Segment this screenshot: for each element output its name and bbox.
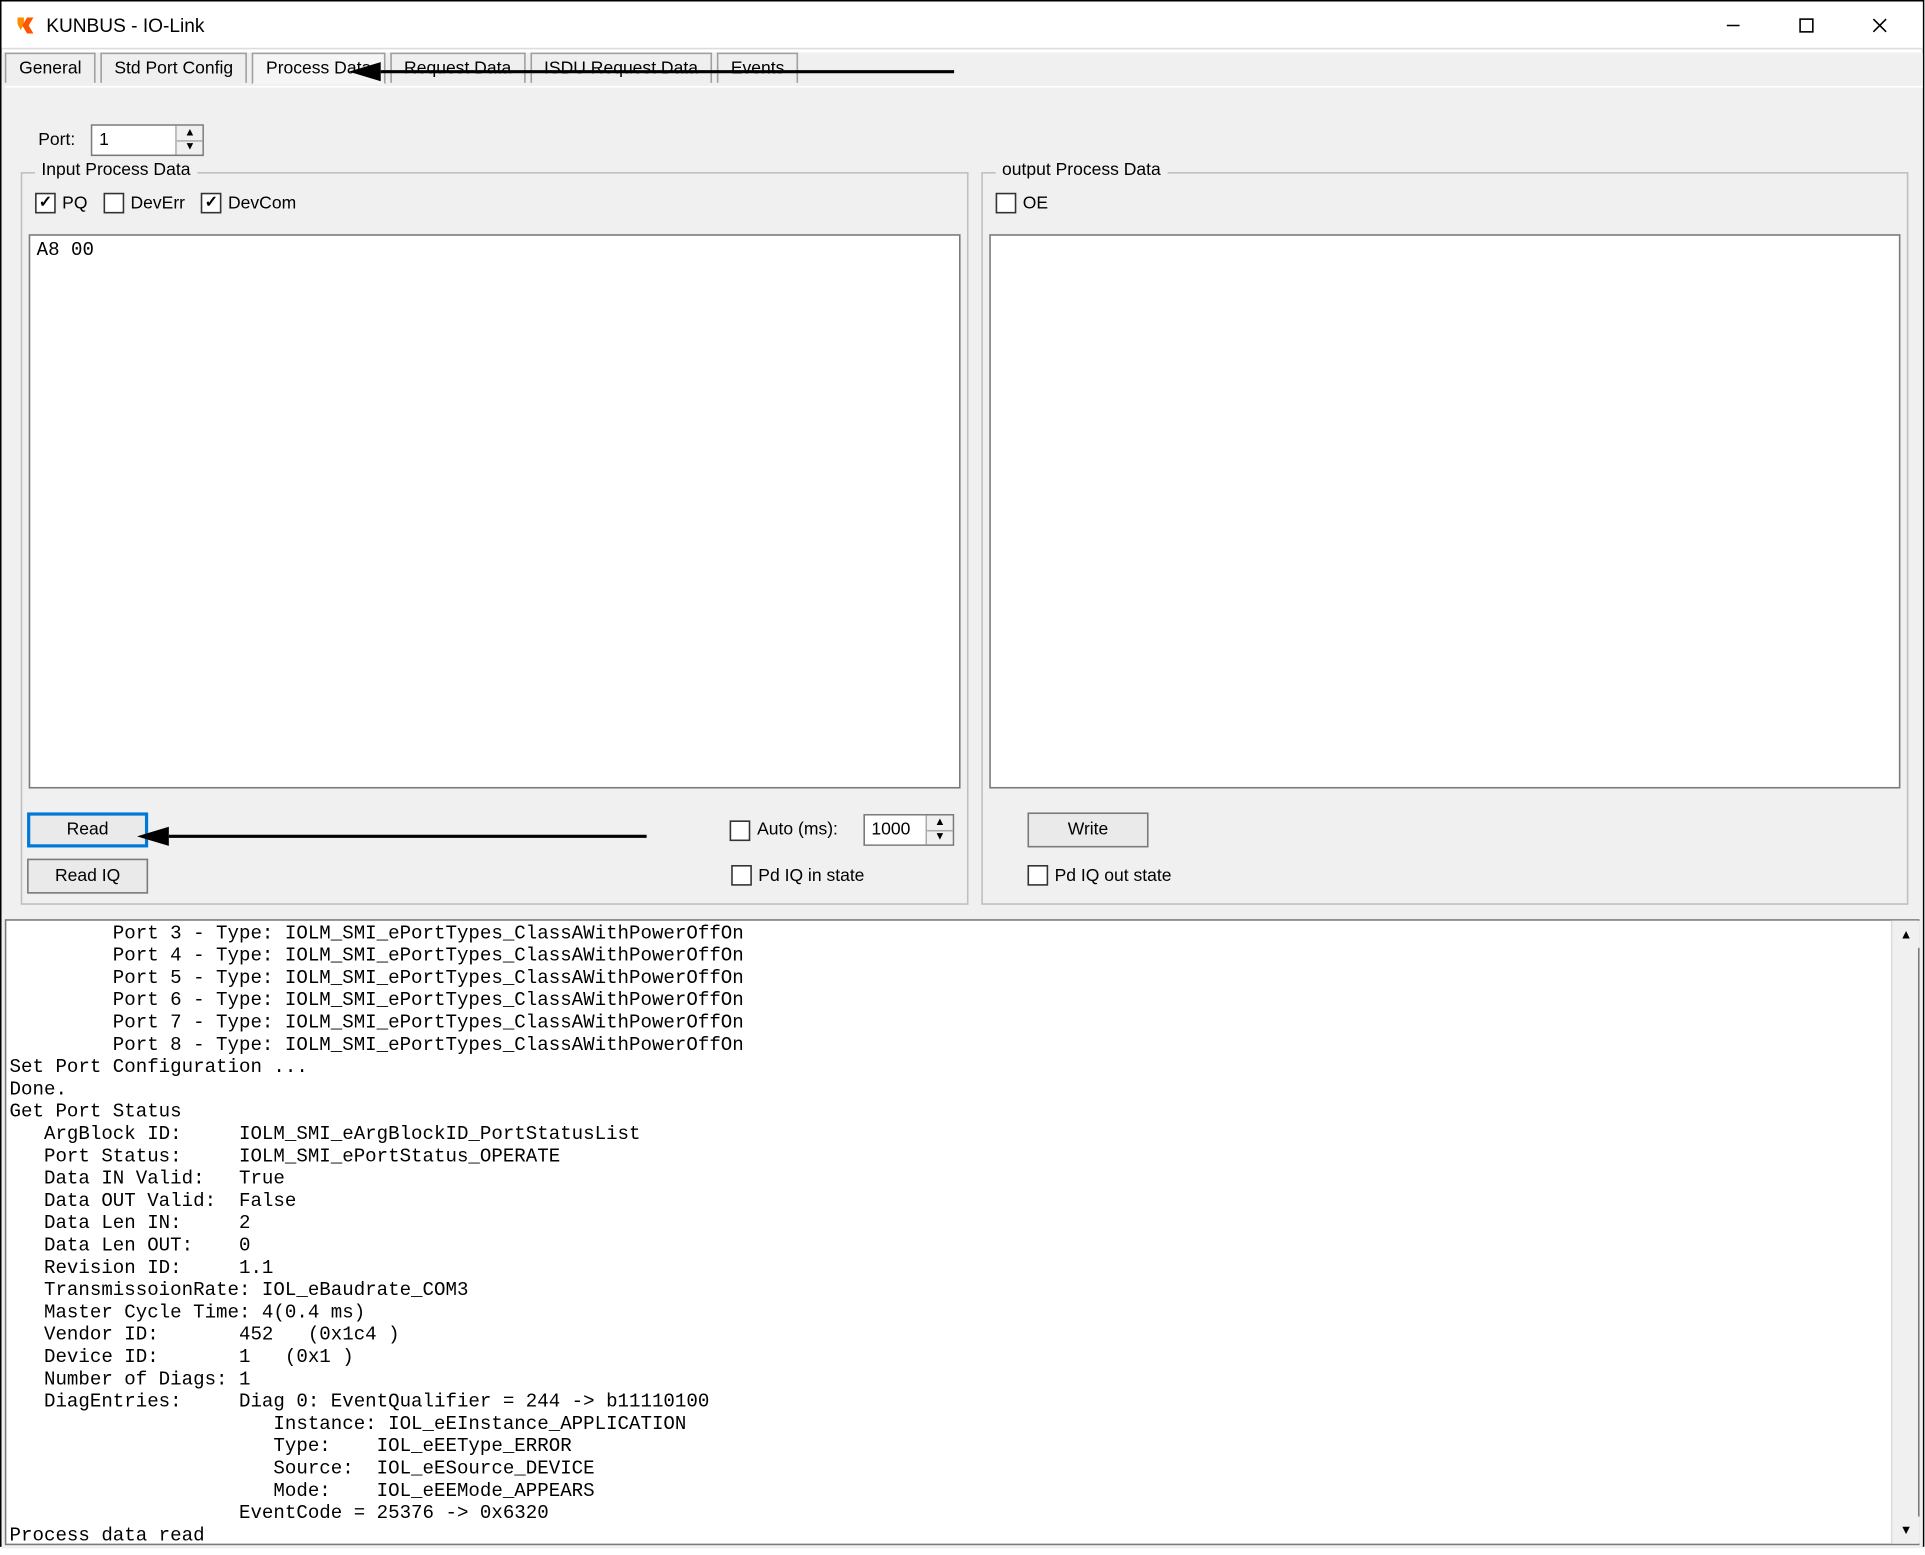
- checkbox-pd-iq-in[interactable]: Pd IQ in state: [731, 865, 864, 886]
- tab-process-data[interactable]: Process Data: [252, 53, 386, 85]
- tab-isdu-request-data[interactable]: ISDU Request Data: [530, 53, 713, 83]
- auto-spin-down[interactable]: ▼: [927, 831, 952, 845]
- tab-strip: General Std Port Config Process Data Req…: [5, 53, 1923, 88]
- checkbox-deverr[interactable]: DevErr: [103, 193, 185, 214]
- auto-ms-input[interactable]: [865, 816, 926, 845]
- checkbox-pd-iq-out[interactable]: Pd IQ out state: [1027, 865, 1171, 886]
- checkbox-devcom[interactable]: DevCom: [201, 193, 296, 214]
- titlebar: KUNBUS - IO-Link: [2, 2, 1923, 50]
- output-legend: output Process Data: [996, 161, 1168, 180]
- check-icon: [103, 193, 124, 214]
- port-row: Port: ▲ ▼: [38, 124, 204, 156]
- oe-label: OE: [1023, 194, 1048, 213]
- scroll-up-icon[interactable]: ▲: [1892, 921, 1919, 948]
- pd-iq-in-label: Pd IQ in state: [758, 866, 864, 885]
- checkbox-auto[interactable]: Auto (ms):: [730, 820, 838, 841]
- check-icon: [35, 193, 56, 214]
- deverr-label: DevErr: [130, 194, 185, 213]
- check-icon: [1027, 865, 1048, 886]
- scroll-down-icon[interactable]: ▼: [1892, 1517, 1919, 1544]
- port-spin-up[interactable]: ▲: [177, 126, 202, 141]
- app-window: KUNBUS - IO-Link General Std Port Config…: [0, 0, 1924, 1547]
- maximize-button[interactable]: [1770, 1, 1843, 49]
- tab-request-data[interactable]: Request Data: [390, 53, 526, 83]
- port-spin-down[interactable]: ▼: [177, 141, 202, 155]
- check-icon: [201, 193, 222, 214]
- client-area: General Std Port Config Process Data Req…: [2, 53, 1923, 1549]
- read-button[interactable]: Read: [27, 812, 148, 847]
- console-scrollbar[interactable]: ▲ ▼: [1891, 921, 1918, 1544]
- pq-label: PQ: [62, 194, 87, 213]
- tab-std-port-config[interactable]: Std Port Config: [100, 53, 248, 83]
- devcom-label: DevCom: [228, 194, 296, 213]
- input-data-text[interactable]: A8 00: [29, 234, 961, 788]
- window-title: KUNBUS - IO-Link: [46, 14, 1696, 36]
- tab-general[interactable]: General: [5, 53, 96, 83]
- read-iq-button[interactable]: Read IQ: [27, 859, 148, 894]
- port-input[interactable]: [93, 126, 176, 155]
- input-legend: Input Process Data: [35, 161, 197, 180]
- close-button[interactable]: [1843, 1, 1916, 49]
- check-icon: [996, 193, 1017, 214]
- app-icon: [14, 14, 36, 36]
- checkbox-pq[interactable]: PQ: [35, 193, 87, 214]
- check-icon: [730, 820, 751, 841]
- auto-ms-spinner[interactable]: ▲ ▼: [863, 814, 954, 846]
- auto-label: Auto (ms):: [757, 820, 838, 839]
- log-console[interactable]: Port 3 - Type: IOLM_SMI_ePortTypes_Class…: [5, 919, 1920, 1545]
- minimize-button[interactable]: [1697, 1, 1770, 49]
- input-process-data-group: Input Process Data PQ DevErr DevCom: [21, 172, 969, 905]
- write-button[interactable]: Write: [1027, 812, 1148, 847]
- output-data-text[interactable]: [989, 234, 1900, 788]
- tab-events[interactable]: Events: [716, 53, 798, 83]
- port-spinner[interactable]: ▲ ▼: [91, 124, 204, 156]
- pd-iq-out-label: Pd IQ out state: [1055, 866, 1172, 885]
- auto-spin-up[interactable]: ▲: [927, 816, 952, 831]
- output-process-data-group: output Process Data OE Write Pd IQ out s…: [981, 172, 1908, 905]
- check-icon: [731, 865, 752, 886]
- port-label: Port:: [38, 131, 75, 150]
- checkbox-oe[interactable]: OE: [996, 193, 1048, 214]
